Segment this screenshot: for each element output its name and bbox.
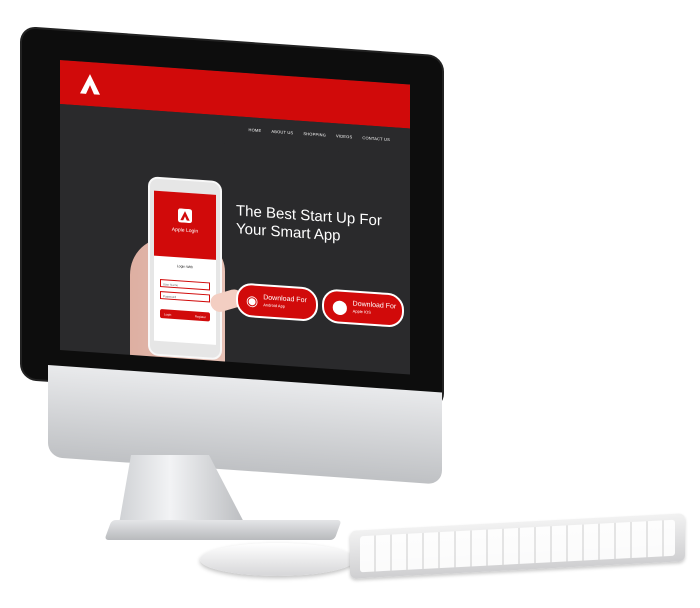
nav-item-shopping[interactable]: SHOPPING xyxy=(303,131,326,138)
hero-headline: The Best Start Up For Your Smart App xyxy=(236,202,382,245)
android-icon: ◉ xyxy=(246,292,259,309)
imac-stand-base xyxy=(104,520,342,540)
apple-logo-icon xyxy=(265,410,285,434)
phone-password-field[interactable]: Password xyxy=(160,290,210,303)
phone-register-button[interactable]: Register xyxy=(195,314,206,319)
nav-item-videos[interactable]: VIDEOS xyxy=(336,133,352,139)
nav-item-contact[interactable]: CONTACT US xyxy=(362,135,390,142)
imac-mockup: HOME ABOUT US SHOPPING VIDEOS CONTACT US… xyxy=(0,0,700,608)
phone-app-title: Apple Login xyxy=(171,226,199,235)
ios-button-text: Download For Apple IOS xyxy=(353,300,397,317)
nav-menu: HOME ABOUT US SHOPPING VIDEOS CONTACT US xyxy=(249,127,390,142)
keyboard xyxy=(350,513,685,579)
apple-icon: ⬤ xyxy=(332,298,348,316)
website-screen: HOME ABOUT US SHOPPING VIDEOS CONTACT US… xyxy=(60,60,410,375)
phone-login-button[interactable]: Login xyxy=(164,312,171,317)
nav-item-about[interactable]: ABOUT US xyxy=(271,129,293,136)
phone-login-with: Login With xyxy=(176,264,194,270)
phone-app-screen: Apple Login Login With User Name Passwor… xyxy=(154,190,216,345)
phone-login-row: Login Register xyxy=(160,308,210,322)
download-ios-button[interactable]: ⬤ Download For Apple IOS xyxy=(322,288,404,329)
phone-app-header: Apple Login xyxy=(154,190,216,260)
android-button-text: Download For Android App xyxy=(263,294,307,311)
keyboard-keys xyxy=(360,519,675,573)
a-logo-icon[interactable] xyxy=(78,71,102,97)
phone-mockup: Apple Login Login With User Name Passwor… xyxy=(148,176,222,361)
app-logo-icon xyxy=(178,208,192,224)
phone-username-field[interactable]: User Name xyxy=(160,278,210,291)
magic-mouse xyxy=(200,543,355,576)
nav-item-home[interactable]: HOME xyxy=(249,127,262,133)
download-android-button[interactable]: ◉ Download For Android App xyxy=(236,282,318,323)
